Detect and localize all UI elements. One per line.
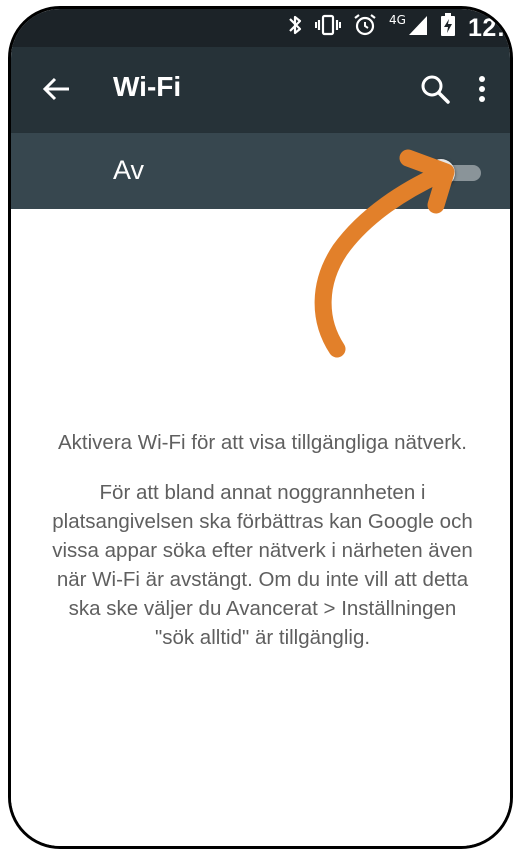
signal-4g-icon	[408, 14, 428, 42]
battery-charging-icon	[440, 13, 456, 43]
wifi-scanning-info: För att bland annat noggrannheten i plat…	[52, 481, 473, 649]
toggle-thumb[interactable]	[427, 159, 455, 187]
status-time: 12:3	[467, 13, 510, 42]
page-title: Wi-Fi	[113, 71, 182, 102]
wifi-switch-label: Av	[113, 155, 145, 185]
status-icons: 4G 12:3	[287, 9, 510, 47]
vibrate-icon	[315, 13, 342, 43]
arrow-left-icon[interactable]	[39, 71, 75, 107]
status-bar: 4G 12:3	[11, 9, 510, 47]
screenshot-stage: 4G 12:3	[0, 0, 515, 854]
wifi-toggle-switch[interactable]	[427, 159, 485, 187]
phone-frame: 4G 12:3	[8, 6, 513, 849]
network-type-label: 4G	[389, 13, 406, 27]
more-vert-icon[interactable]	[471, 71, 493, 107]
wifi-off-message: Aktivera Wi-Fi för att visa tillgängliga…	[58, 431, 467, 454]
wifi-switch-bar[interactable]: Av	[11, 133, 510, 209]
search-icon[interactable]	[419, 73, 451, 105]
bluetooth-icon	[287, 13, 303, 43]
app-toolbar: Wi-Fi	[11, 47, 510, 133]
alarm-icon	[353, 13, 377, 43]
